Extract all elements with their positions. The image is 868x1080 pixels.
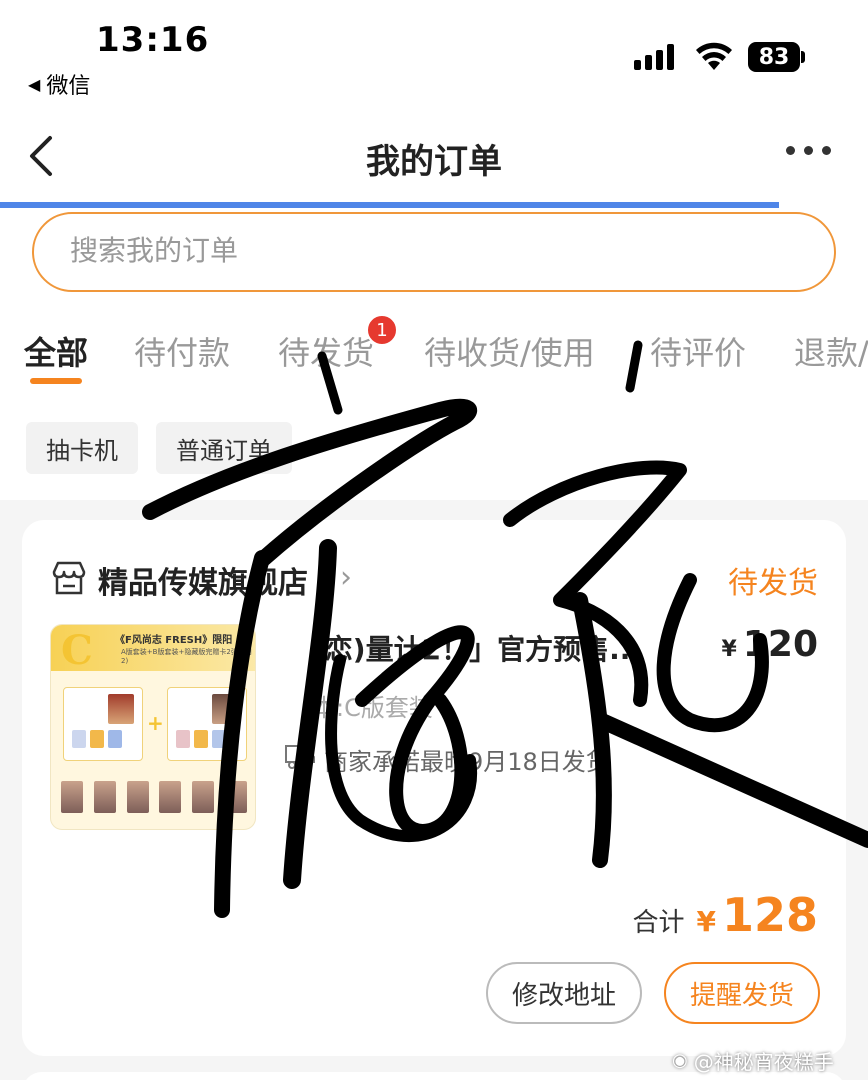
filter-chips: 抽卡机 普通订单 <box>0 400 868 500</box>
battery-indicator: 83 <box>748 42 800 72</box>
thumb-letter: C <box>61 627 93 674</box>
product-price: ¥120 <box>722 624 818 665</box>
tab-pending-receipt[interactable]: 待收货/使用 <box>424 328 595 374</box>
status-bar: 13:16 ◀ 微信 83 <box>0 0 868 110</box>
order-tabs: 全部 待付款 待发货 待收货/使用 待评价 退款/ <box>0 320 868 390</box>
nav-bar: 我的订单 <box>0 110 868 202</box>
chevron-right-icon[interactable]: › <box>340 560 352 595</box>
chip-normal-order[interactable]: 普通订单 <box>156 422 292 474</box>
more-options-icon[interactable] <box>786 146 831 155</box>
shop-icon <box>52 561 86 595</box>
tab-all[interactable]: 全部 <box>24 328 88 374</box>
total-value: 128 <box>721 888 818 942</box>
total-amount: ¥128 <box>696 888 818 942</box>
total-label: 合计 <box>632 908 685 938</box>
tab-pending-review[interactable]: 待评价 <box>650 328 746 374</box>
search-input[interactable] <box>70 234 770 267</box>
price-value: 120 <box>742 624 818 665</box>
weibo-icon: ◉ <box>672 1050 688 1071</box>
product-title[interactable]: (恋)量计2！」官方预售... <box>312 628 652 668</box>
pending-shipment-badge: 1 <box>366 314 398 346</box>
product-spec: 本:C版套装 <box>312 694 433 722</box>
remind-shipping-button[interactable]: 提醒发货 <box>664 962 820 1024</box>
order-total: 合计 ¥128 <box>632 888 818 942</box>
modify-address-button[interactable]: 修改地址 <box>486 962 642 1024</box>
tab-refund[interactable]: 退款/ <box>794 328 868 374</box>
tab-pending-shipment[interactable]: 待发货 <box>278 328 374 374</box>
page-title: 我的订单 <box>366 142 502 182</box>
status-time: 13:16 <box>96 20 210 60</box>
tab-pending-payment[interactable]: 待付款 <box>134 328 230 374</box>
shop-name[interactable]: 精品传媒旗舰店 <box>98 558 308 602</box>
currency-symbol: ¥ <box>721 637 737 662</box>
order-card[interactable]: 精品传媒旗舰店 › 待发货 C 《F风尚志 FRESH》限阳 A版套装+B版套装… <box>22 520 846 1056</box>
order-status: 待发货 <box>728 566 818 601</box>
thumb-subtitle: A版套装+B版套装+隐藏版完赠卡2张(5周2) <box>121 648 252 665</box>
truck-icon <box>285 745 315 769</box>
active-tab-indicator <box>30 378 82 384</box>
total-currency: ¥ <box>696 905 716 938</box>
chip-gacha[interactable]: 抽卡机 <box>26 422 138 474</box>
product-thumbnail[interactable]: C 《F风尚志 FRESH》限阳 A版套装+B版套装+隐藏版完赠卡2张(5周2)… <box>50 624 256 830</box>
battery-tip <box>801 51 805 63</box>
back-triangle-icon: ◀ <box>28 74 41 94</box>
search-box[interactable] <box>32 212 836 292</box>
shipping-promise: 商家承诺最晚9月18日发货 <box>324 748 610 776</box>
weibo-watermark: ◉ @神秘宵夜糕手 <box>672 1046 834 1075</box>
loading-progress-bar <box>0 202 779 208</box>
back-to-app-link[interactable]: ◀ 微信 <box>28 68 90 100</box>
thumb-title: 《F风尚志 FRESH》限阳 <box>115 635 233 646</box>
back-app-label: 微信 <box>46 74 91 99</box>
watermark-text: @神秘宵夜糕手 <box>693 1050 834 1074</box>
wifi-icon <box>696 42 732 70</box>
signal-icon <box>634 44 674 70</box>
